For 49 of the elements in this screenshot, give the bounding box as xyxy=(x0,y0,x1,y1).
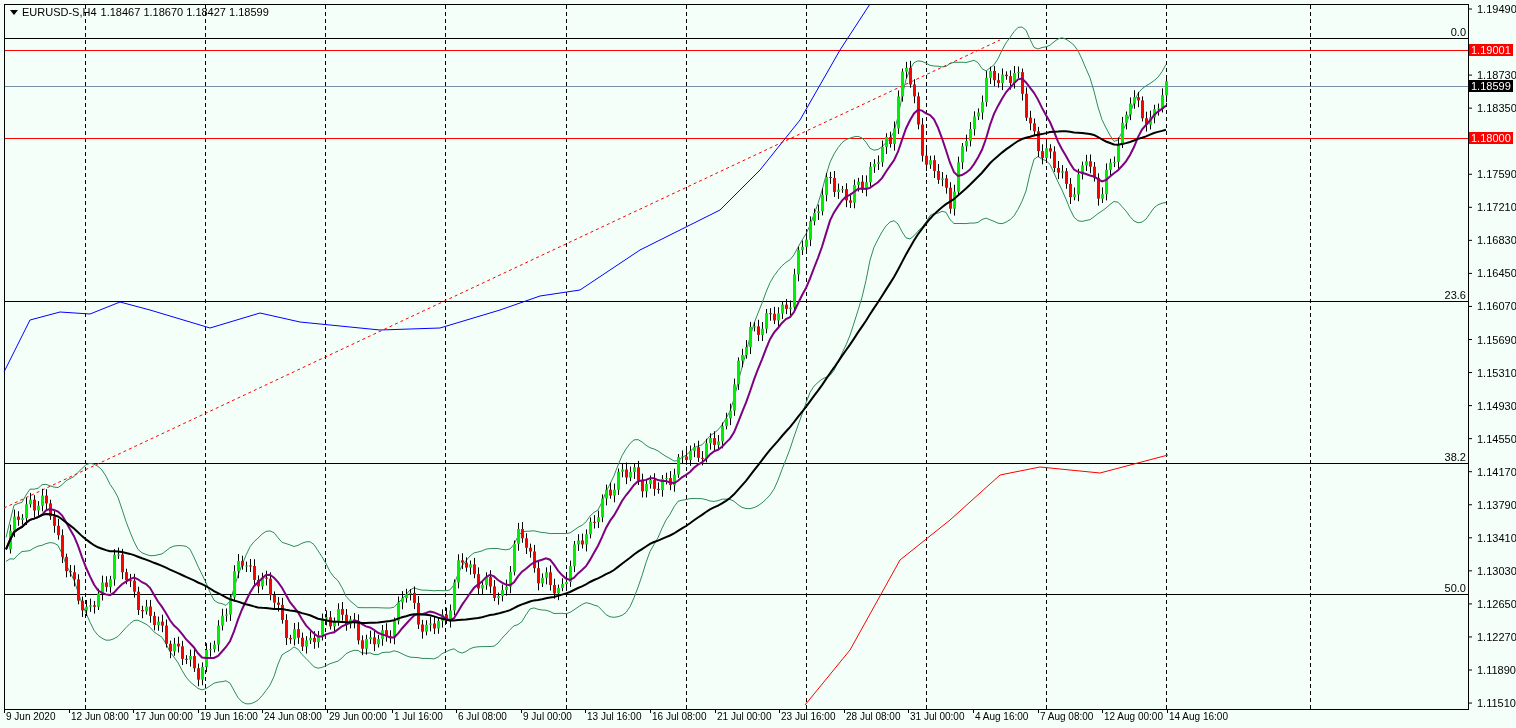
price-axis-label: 1.11890 xyxy=(1477,664,1516,676)
price-tag: 1.19001 xyxy=(1469,44,1513,56)
price-axis-label: 1.16070 xyxy=(1477,300,1516,313)
price-axis-label: 1.18730 xyxy=(1477,69,1516,82)
fibo-level-label: 38.2 xyxy=(1444,452,1466,463)
time-axis-label: 28 Jul 08:00 xyxy=(846,711,901,723)
time-axis-label: 23 Jul 16:00 xyxy=(781,711,836,723)
price-axis-label: 1.13410 xyxy=(1477,531,1516,544)
price-axis-label: 1.15310 xyxy=(1477,366,1516,379)
time-axis-label: 9 Jun 2020 xyxy=(6,711,56,723)
ohlc-values: 1.18467 1.18670 1.18427 1.18599 xyxy=(100,6,269,18)
time-axis-label: 24 Jun 08:00 xyxy=(264,711,322,723)
price-tag: 1.18599 xyxy=(1469,80,1513,92)
price-axis-label: 1.15690 xyxy=(1477,333,1516,346)
time-axis-label: 1 Jul 16:00 xyxy=(394,711,443,723)
price-axis-label: 1.12270 xyxy=(1477,630,1516,643)
price-axis-label: 1.17210 xyxy=(1477,201,1516,214)
fibo-level-label: 0.0 xyxy=(1450,27,1466,38)
time-axis-label: 29 Jun 00:00 xyxy=(329,711,387,723)
price-axis-label: 1.16450 xyxy=(1477,267,1516,280)
time-axis-label: 12 Jun 08:00 xyxy=(71,711,129,723)
time-axis-label: 16 Jul 08:00 xyxy=(652,711,707,723)
symbol-label: EURUSD-S,H4 xyxy=(22,6,97,18)
price-axis-label: 1.14170 xyxy=(1477,465,1516,478)
time-axis-label: 9 Jul 00:00 xyxy=(523,711,572,723)
price-axis-label: 1.14550 xyxy=(1477,432,1516,445)
price-axis-label: 1.11510 xyxy=(1477,697,1516,710)
time-axis-label: 7 Aug 08:00 xyxy=(1040,711,1094,723)
dropdown-triangle-icon[interactable] xyxy=(10,9,18,15)
time-axis-label: 6 Jul 08:00 xyxy=(458,711,507,723)
time-axis-label: 13 Jul 16:00 xyxy=(587,711,642,723)
time-axis-label: 12 Aug 00:00 xyxy=(1104,711,1163,723)
price-axis-label: 1.13030 xyxy=(1477,564,1516,577)
time-axis-label: 21 Jul 00:00 xyxy=(717,711,772,723)
price-axis-label: 1.17590 xyxy=(1477,168,1516,181)
price-axis-label: 1.18350 xyxy=(1477,102,1516,115)
time-axis-label: 31 Jul 00:00 xyxy=(910,711,965,723)
price-axis-label: 1.16830 xyxy=(1477,234,1516,247)
price-axis-label: 1.14930 xyxy=(1477,399,1516,412)
time-axis-label: 4 Aug 16:00 xyxy=(975,711,1029,723)
time-axis-label: 14 Aug 16:00 xyxy=(1169,711,1228,723)
time-axis-label: 17 Jun 00:00 xyxy=(135,711,193,723)
time-axis-label: 19 Jun 16:00 xyxy=(200,711,258,723)
price-tag: 1.18000 xyxy=(1469,132,1513,144)
fibo-level-label: 23.6 xyxy=(1444,290,1466,301)
fibo-level-label: 50.0 xyxy=(1444,583,1466,594)
price-axis-label: 1.13790 xyxy=(1477,498,1516,511)
price-axis-label: 1.19490 xyxy=(1477,3,1516,15)
price-axis-label: 1.12650 xyxy=(1477,597,1516,610)
